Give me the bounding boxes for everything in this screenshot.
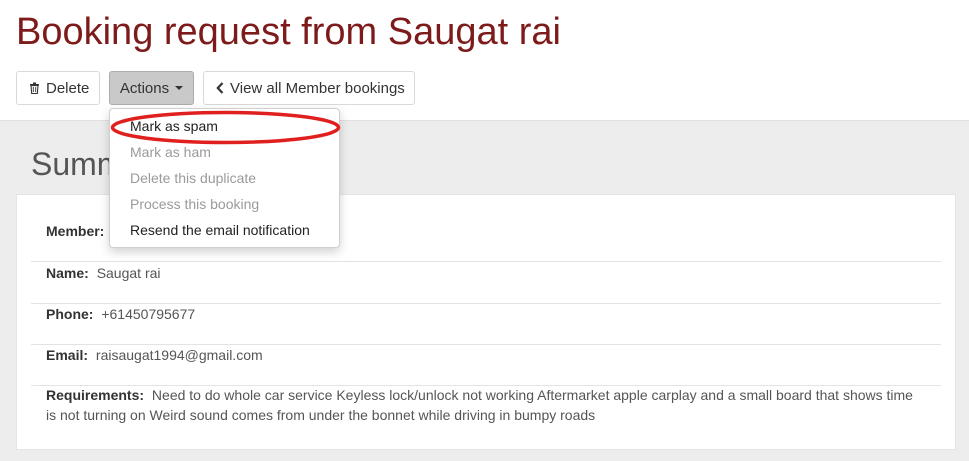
actions-dropdown-menu: Mark as spam Mark as ham Delete this dup…	[109, 108, 340, 248]
requirements-value: Need to do whole car service Keyless loc…	[46, 387, 913, 423]
requirements-label: Requirements:	[46, 387, 145, 403]
menu-item-process-booking[interactable]: Process this booking	[130, 194, 259, 214]
chevron-left-icon	[216, 82, 224, 94]
member-label: Member:	[46, 223, 105, 239]
phone-value: +61450795677	[101, 306, 196, 322]
caret-down-icon	[175, 86, 184, 90]
trash-icon	[29, 82, 40, 94]
delete-button[interactable]: Delete	[16, 71, 100, 105]
view-all-member-bookings-button[interactable]: View all Member bookings	[203, 71, 415, 105]
name-value: Saugat rai	[96, 265, 161, 281]
menu-item-mark-as-ham[interactable]: Mark as ham	[130, 142, 211, 162]
name-label: Name:	[46, 265, 89, 281]
phone-label: Phone:	[46, 306, 94, 322]
menu-item-delete-duplicate[interactable]: Delete this duplicate	[130, 168, 256, 188]
menu-item-resend-email[interactable]: Resend the email notification	[130, 220, 310, 240]
menu-item-mark-as-spam[interactable]: Mark as spam	[130, 116, 218, 136]
actions-button[interactable]: Actions	[109, 71, 194, 105]
email-row: Email: raisaugat1994@gmail.com	[31, 345, 941, 386]
actions-button-label: Actions	[119, 79, 170, 97]
email-value: raisaugat1994@gmail.com	[95, 347, 263, 363]
delete-button-label: Delete	[46, 79, 90, 97]
email-label: Email:	[46, 347, 89, 363]
view-all-label: View all Member bookings	[230, 79, 405, 97]
page-title: Booking request from Saugat rai	[16, 11, 561, 53]
phone-row: Phone: +61450795677	[31, 304, 941, 345]
requirements-row: Requirements: Need to do whole car servi…	[31, 385, 941, 425]
name-row: Name: Saugat rai	[31, 263, 941, 304]
